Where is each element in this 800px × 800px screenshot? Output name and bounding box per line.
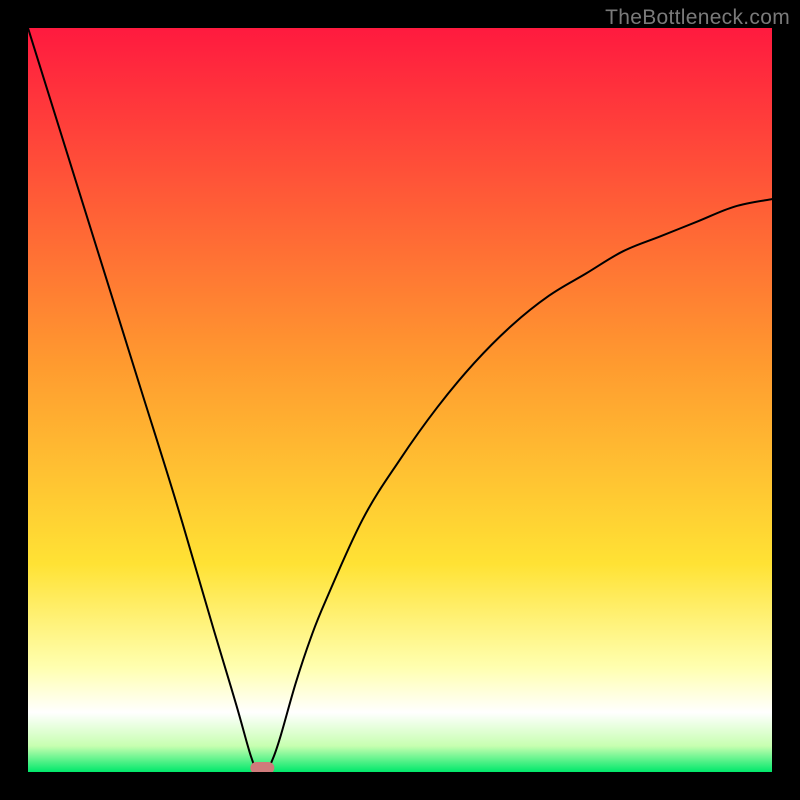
chart-svg [28, 28, 772, 772]
optimal-marker [250, 762, 274, 772]
watermark-text: TheBottleneck.com [605, 6, 790, 30]
gradient-background [28, 28, 772, 772]
chart-frame: TheBottleneck.com [0, 0, 800, 800]
plot-area [28, 28, 772, 772]
